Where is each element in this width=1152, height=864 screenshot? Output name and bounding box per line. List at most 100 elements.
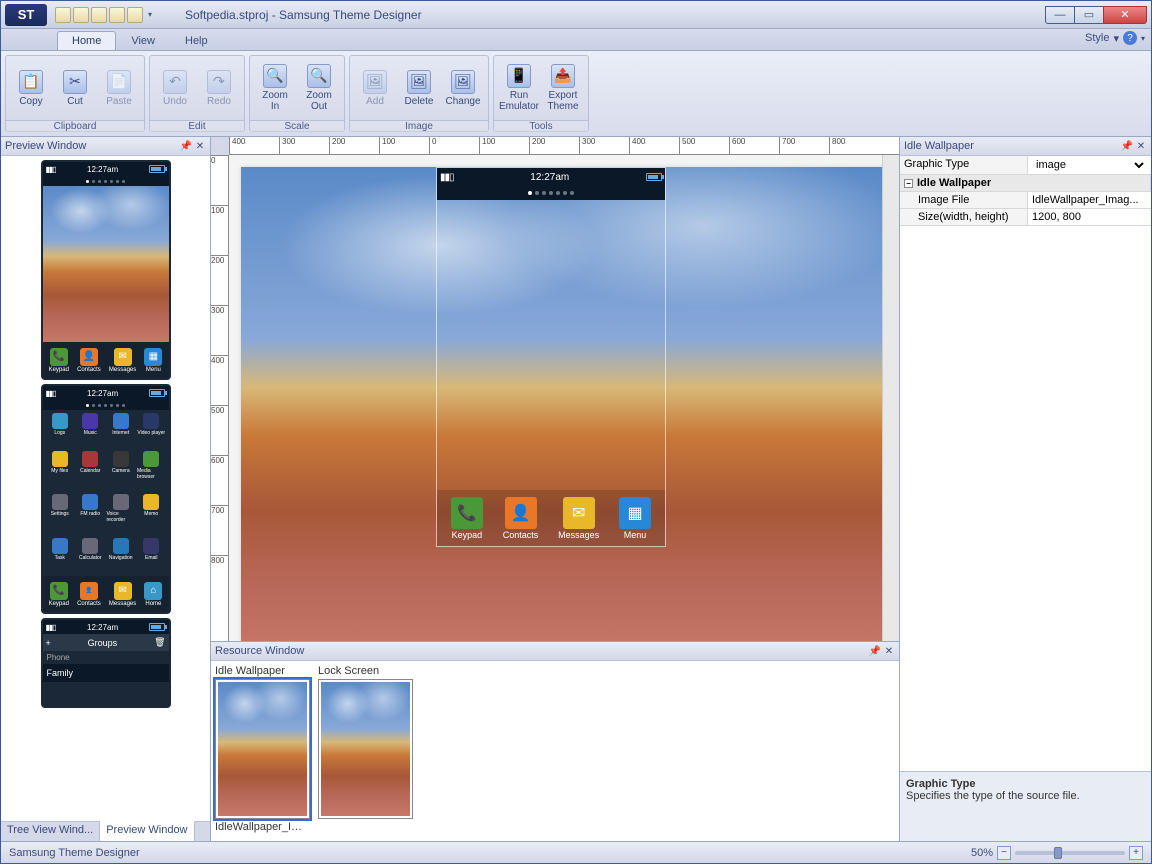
undo-button[interactable]: ↶Undo bbox=[154, 58, 196, 118]
prop-val-size[interactable]: 1200, 800 bbox=[1028, 209, 1151, 225]
app-item: My files bbox=[46, 451, 75, 493]
app-grid: LogsMusicInternetVideo playerMy filesCal… bbox=[43, 410, 169, 576]
app-item: Calendar bbox=[76, 451, 105, 493]
resource-thumb-lock[interactable] bbox=[318, 679, 413, 819]
resource-filename: IdleWallpaper_Image.png bbox=[215, 821, 310, 833]
group-label-edit: Edit bbox=[150, 120, 244, 132]
app-item: Camera bbox=[107, 451, 136, 493]
prop-key-image-file: Image File bbox=[900, 192, 1028, 208]
property-grid[interactable]: Graphic Type image −Idle Wallpaper Image… bbox=[900, 156, 1151, 771]
canvas[interactable]: 12:27am 📞Keypad 👤Contacts ✉Messages ▦Men… bbox=[229, 155, 882, 641]
help-dropdown-icon[interactable]: ▾ bbox=[1141, 34, 1145, 43]
tab-help[interactable]: Help bbox=[170, 31, 223, 50]
app-item: Logs bbox=[46, 413, 75, 449]
minimize-button[interactable]: — bbox=[1045, 6, 1075, 24]
ribbon: 📋Copy ✂Cut 📄Paste Clipboard ↶Undo ↷Redo … bbox=[1, 51, 1151, 137]
copy-button[interactable]: 📋Copy bbox=[10, 58, 52, 118]
pin-icon[interactable]: 📌 bbox=[180, 140, 192, 152]
delete-icon: 🖼 bbox=[407, 70, 431, 94]
zoom-in-button[interactable]: 🔍Zoom In bbox=[254, 58, 296, 118]
status-text: Samsung Theme Designer bbox=[9, 847, 140, 859]
paste-button[interactable]: 📄Paste bbox=[98, 58, 140, 118]
add-icon: 🖼 bbox=[363, 70, 387, 94]
add-button[interactable]: 🖼Add bbox=[354, 58, 396, 118]
help-icon[interactable]: ? bbox=[1123, 31, 1137, 45]
qat-btn-1[interactable] bbox=[55, 7, 71, 23]
preview-panel: Preview Window 📌 ✕ 12:27am 📞Keypad 👤Cont… bbox=[1, 137, 211, 841]
preview-item-groups[interactable]: 12:27am +Groups🗑 Phone Family bbox=[41, 618, 171, 708]
cut-button[interactable]: ✂Cut bbox=[54, 58, 96, 118]
tab-preview-window[interactable]: Preview Window bbox=[100, 821, 194, 841]
ribbon-tabs: Home View Help Style ▾ ? ▾ bbox=[1, 29, 1151, 51]
app-item: Settings bbox=[46, 494, 75, 536]
group-clipboard: 📋Copy ✂Cut 📄Paste Clipboard bbox=[5, 55, 145, 132]
qat-btn-3[interactable] bbox=[91, 7, 107, 23]
preview-item-menu[interactable]: 12:27am LogsMusicInternetVideo playerMy … bbox=[41, 384, 171, 614]
prop-val-image-file[interactable]: IdleWallpaper_Imag... bbox=[1028, 192, 1151, 208]
delete-button[interactable]: 🖼Delete bbox=[398, 58, 440, 118]
close-icon[interactable]: ✕ bbox=[194, 140, 206, 152]
tab-view[interactable]: View bbox=[116, 31, 170, 50]
menu-icon: ▦ bbox=[619, 497, 651, 529]
pin-icon[interactable]: 📌 bbox=[1121, 140, 1133, 152]
redo-button[interactable]: ↷Redo bbox=[198, 58, 240, 118]
close-icon[interactable]: ✕ bbox=[1135, 140, 1147, 152]
close-button[interactable]: ✕ bbox=[1103, 6, 1147, 24]
keypad-icon: 📞 bbox=[451, 497, 483, 529]
app-item: Internet bbox=[107, 413, 136, 449]
close-icon[interactable]: ✕ bbox=[883, 645, 895, 657]
signal-icon bbox=[46, 165, 56, 174]
zoom-out-button[interactable]: 🔍Zoom Out bbox=[298, 58, 340, 118]
export-theme-button[interactable]: 📤Export Theme bbox=[542, 58, 584, 118]
zoom-in-icon: 🔍 bbox=[263, 64, 287, 88]
group-label-scale: Scale bbox=[250, 120, 344, 132]
zoom-in-small-button[interactable]: + bbox=[1129, 846, 1143, 860]
resource-panel-title: Resource Window bbox=[215, 645, 304, 657]
tab-tree-view[interactable]: Tree View Wind... bbox=[1, 822, 100, 841]
run-emulator-button[interactable]: 📱Run Emulator bbox=[498, 58, 540, 118]
battery-icon bbox=[149, 165, 165, 173]
titlebar: ST ▾ Softpedia.stproj - Samsung Theme De… bbox=[1, 1, 1151, 29]
phone-overlay[interactable]: 12:27am 📞Keypad 👤Contacts ✉Messages ▦Men… bbox=[436, 167, 666, 547]
signal-icon bbox=[440, 172, 454, 183]
resource-thumb-idle[interactable] bbox=[215, 679, 310, 819]
expand-icon[interactable]: − bbox=[904, 179, 913, 188]
resource-panel: Resource Window 📌 ✕ Idle Wallpaper IdleW… bbox=[211, 641, 899, 841]
undo-icon: ↶ bbox=[163, 70, 187, 94]
style-dropdown-icon[interactable]: ▾ bbox=[1113, 32, 1119, 45]
redo-icon: ↷ bbox=[207, 70, 231, 94]
zoom-out-small-button[interactable]: − bbox=[997, 846, 1011, 860]
qat-btn-5[interactable] bbox=[127, 7, 143, 23]
property-panel-title: Idle Wallpaper bbox=[904, 140, 974, 152]
maximize-button[interactable]: ▭ bbox=[1074, 6, 1104, 24]
app-item: Voice recorder bbox=[107, 494, 136, 536]
style-menu[interactable]: Style bbox=[1085, 32, 1109, 44]
vertical-scrollbar[interactable] bbox=[882, 155, 899, 641]
qat-btn-4[interactable] bbox=[109, 7, 125, 23]
resource-label-lock: Lock Screen bbox=[318, 665, 413, 677]
preview-tabs: Tree View Wind... Preview Window bbox=[1, 821, 210, 841]
pin-icon[interactable]: 📌 bbox=[869, 645, 881, 657]
copy-icon: 📋 bbox=[19, 70, 43, 94]
qat-btn-2[interactable] bbox=[73, 7, 89, 23]
prop-key-graphic-type: Graphic Type bbox=[900, 156, 1028, 174]
tab-home[interactable]: Home bbox=[57, 31, 116, 50]
graphic-type-select[interactable]: image bbox=[1032, 158, 1147, 172]
app-item: Navigation bbox=[107, 538, 136, 574]
status-time: 12:27am bbox=[530, 172, 569, 183]
paste-icon: 📄 bbox=[107, 70, 131, 94]
resource-label-idle: Idle Wallpaper bbox=[215, 665, 310, 677]
app-item: Video player bbox=[137, 413, 166, 449]
zoom-slider[interactable] bbox=[1015, 851, 1125, 855]
app-item: Email bbox=[137, 538, 166, 574]
window-title: Softpedia.stproj - Samsung Theme Designe… bbox=[155, 8, 1046, 22]
preview-item-idle[interactable]: 12:27am 📞Keypad 👤Contacts ✉Messages ▦Men… bbox=[41, 160, 171, 380]
qat-dropdown-icon[interactable]: ▾ bbox=[145, 7, 155, 23]
ruler-horizontal: 4003002001000100200300400500600700800 bbox=[229, 137, 899, 155]
app-item: Memo bbox=[137, 494, 166, 536]
app-icon: ST bbox=[5, 4, 47, 26]
preview-list[interactable]: 12:27am 📞Keypad 👤Contacts ✉Messages ▦Men… bbox=[1, 156, 210, 821]
change-button[interactable]: 🖼Change bbox=[442, 58, 484, 118]
contacts-icon: 👤 bbox=[505, 497, 537, 529]
property-panel: Idle Wallpaper 📌 ✕ Graphic Type image −I… bbox=[899, 137, 1151, 841]
